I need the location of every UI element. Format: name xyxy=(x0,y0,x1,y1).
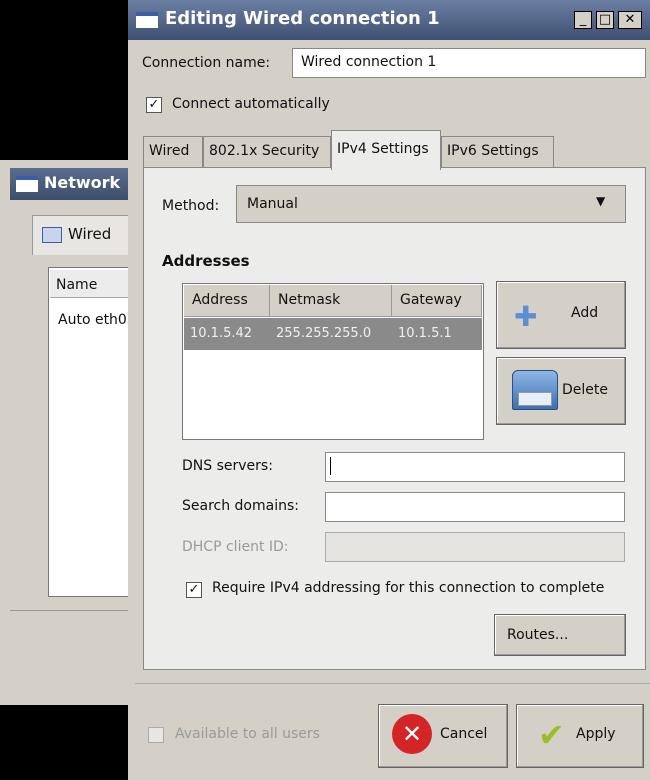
add-button-label: Add xyxy=(571,305,599,321)
close-button[interactable]: ✕ xyxy=(618,11,642,29)
window-icon xyxy=(16,176,38,192)
tab-ipv6-settings[interactable]: IPv6 Settings xyxy=(441,136,554,168)
delete-icon-tray xyxy=(518,392,552,406)
maximize-button[interactable]: □ xyxy=(596,11,614,29)
require-ipv4-checkbox[interactable]: ✓ xyxy=(186,582,202,598)
network-window-bottom xyxy=(10,610,140,691)
connection-name-field[interactable]: Wired connection 1 xyxy=(292,48,646,78)
dropdown-arrow-icon[interactable]: ▼ xyxy=(596,194,605,208)
tab-ipv4-settings[interactable]: IPv4 Settings xyxy=(331,130,441,170)
dialog-title: Editing Wired connection 1 xyxy=(165,8,440,29)
cell-netmask[interactable]: 255.255.255.0 xyxy=(276,326,371,341)
apply-checkmark-icon: ✔ xyxy=(538,716,565,754)
connection-list-row[interactable]: Auto eth0 xyxy=(58,312,127,328)
method-dropdown[interactable]: Manual xyxy=(236,185,626,223)
connect-automatically-label[interactable]: Connect automatically xyxy=(172,96,330,112)
cancel-button-label: Cancel xyxy=(440,726,488,742)
dns-servers-label: DNS servers: xyxy=(182,458,273,474)
tab-8021x-security[interactable]: 802.1x Security xyxy=(203,136,331,168)
connect-automatically-checkbox[interactable]: ✓ xyxy=(146,97,162,113)
network-window-title: Network xyxy=(44,173,121,192)
network-wired-icon xyxy=(42,227,62,243)
column-header-gateway[interactable]: Gateway xyxy=(392,285,482,317)
cell-address[interactable]: 10.1.5.42 xyxy=(190,326,252,341)
available-all-users-label[interactable]: Available to all users xyxy=(175,726,320,742)
minimize-button[interactable]: _ xyxy=(574,11,592,29)
add-icon: ✚ xyxy=(514,300,538,333)
search-domains-label: Search domains: xyxy=(182,498,299,514)
footer-divider xyxy=(135,683,650,684)
require-ipv4-label[interactable]: Require IPv4 addressing for this connect… xyxy=(212,580,604,596)
tab-wired[interactable]: Wired xyxy=(143,136,203,168)
column-header-address[interactable]: Address xyxy=(184,285,270,317)
dhcp-client-id-label: DHCP client ID: xyxy=(182,539,289,555)
connection-name-label: Connection name: xyxy=(142,55,271,71)
cell-gateway[interactable]: 10.1.5.1 xyxy=(398,326,452,341)
delete-button-label: Delete xyxy=(562,382,608,398)
column-header-netmask[interactable]: Netmask xyxy=(270,285,392,317)
cancel-icon: ✕ xyxy=(392,714,432,754)
method-label: Method: xyxy=(162,198,220,214)
routes-button[interactable]: Routes... xyxy=(494,614,626,656)
dhcp-client-id-field xyxy=(325,532,625,562)
network-tab-wired-label: Wired xyxy=(68,225,112,243)
text-caret xyxy=(330,457,331,475)
available-all-users-checkbox[interactable] xyxy=(148,727,164,743)
window-icon xyxy=(136,12,158,28)
connection-list-name-column: Name xyxy=(56,277,98,293)
search-domains-field[interactable] xyxy=(325,492,625,522)
apply-button-label: Apply xyxy=(576,726,616,742)
dns-servers-field[interactable] xyxy=(325,452,625,482)
addresses-heading: Addresses xyxy=(162,252,250,270)
